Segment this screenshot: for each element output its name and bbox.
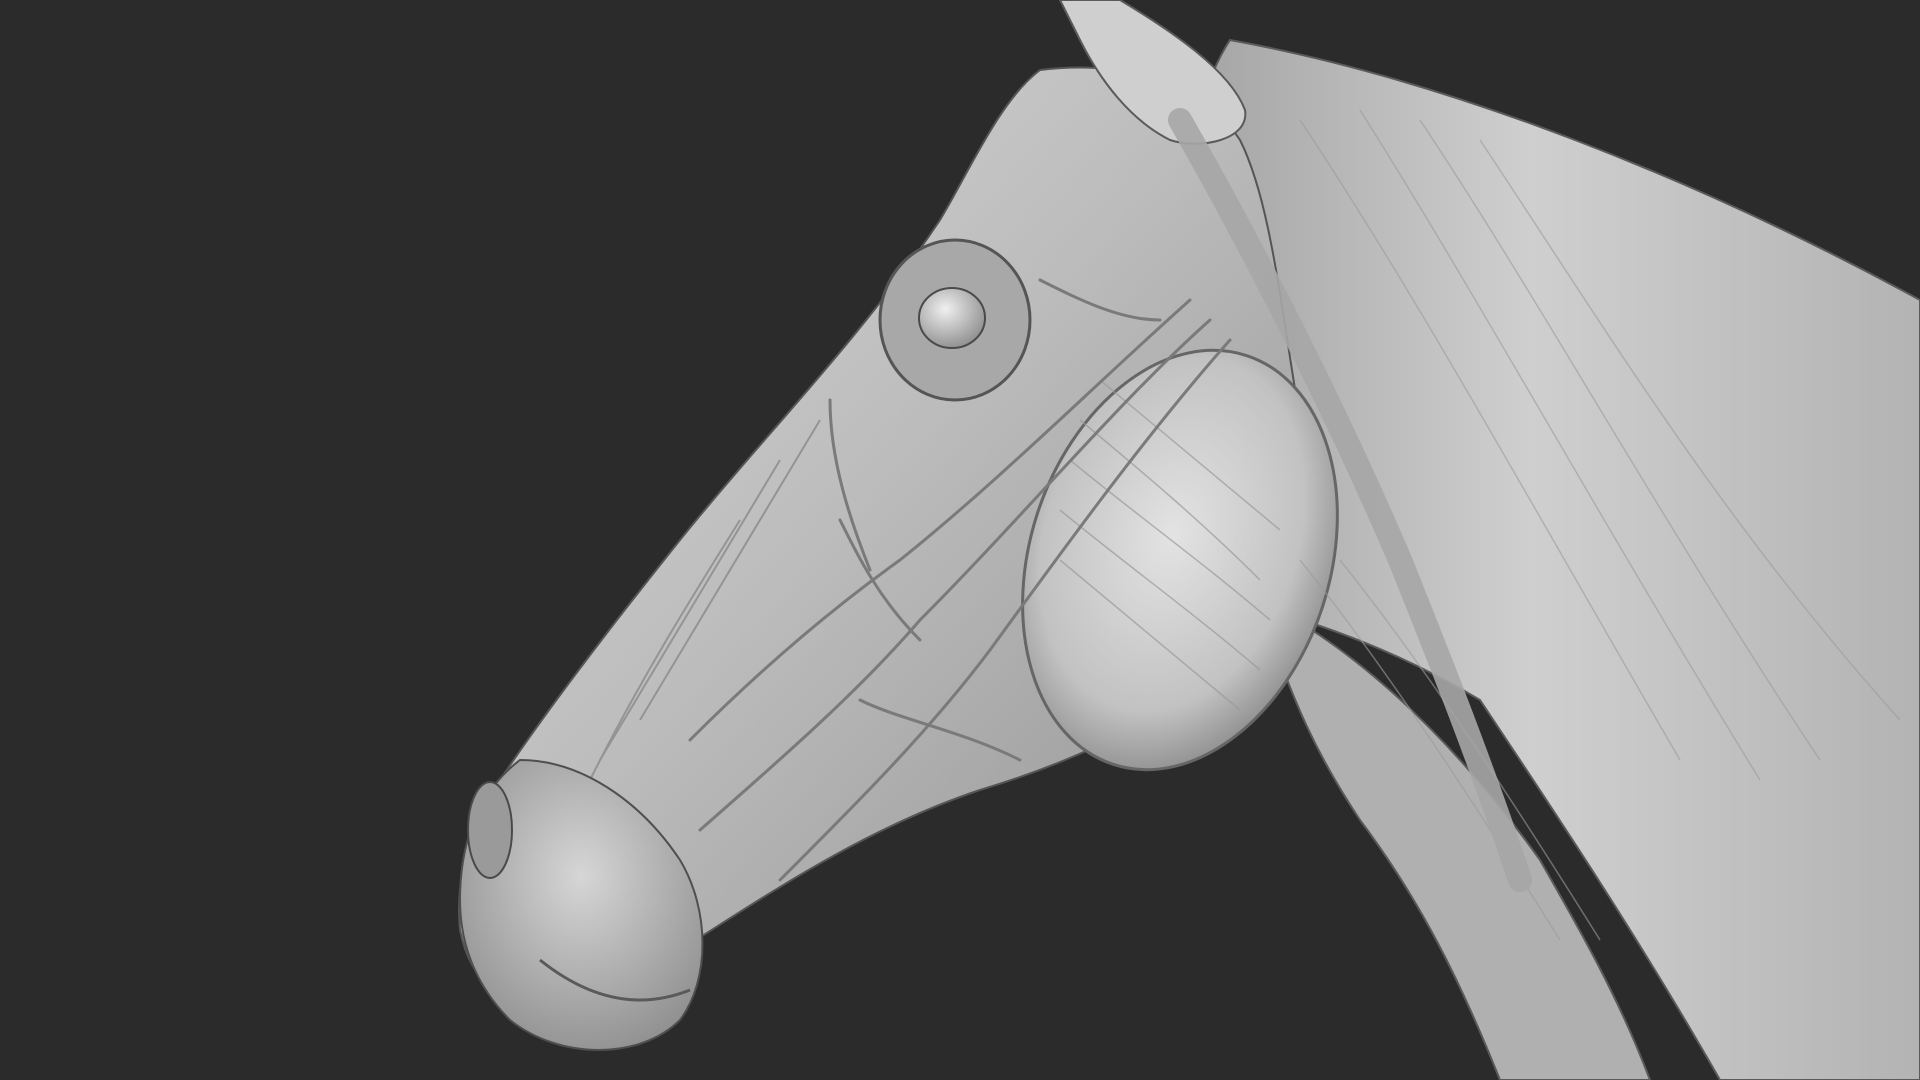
nostril xyxy=(467,781,513,879)
horse-anatomy-render xyxy=(458,0,1920,1080)
3d-viewport[interactable] xyxy=(0,0,1920,1080)
eye xyxy=(918,287,986,349)
